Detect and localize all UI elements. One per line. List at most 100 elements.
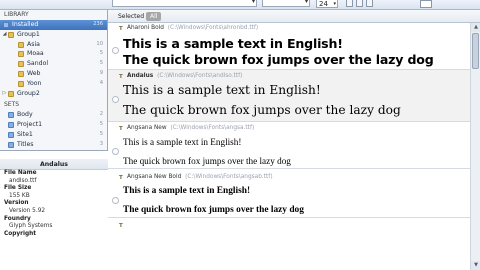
scroll-down-icon[interactable]: ▼ [471,261,480,270]
sample-line-1: This is a sample text in English! [123,83,321,97]
set-icon [8,141,14,148]
vertical-scrollbar[interactable]: ▲ ▼ [470,23,480,270]
sidebar-item-yoon[interactable]: Yoon 4 [0,79,107,89]
prop-key-version: Version [4,200,29,207]
sample-line-1: This is a sample text in English! [123,36,343,51]
sidebar-item-web[interactable]: Web 9 [0,69,107,79]
sample-line-2: The quick brown fox jumps over the lazy … [123,103,401,117]
folder-icon [8,90,14,97]
folder-icon [18,61,24,68]
sidebar-item-sandol[interactable]: Sandol 5 [0,59,107,69]
bold-toggle-icon[interactable] [346,0,353,7]
sidebar-item-count: 5 [99,60,103,67]
filter-all[interactable]: All [146,12,162,21]
select-radio[interactable] [112,96,119,103]
font-file-icon: T [119,223,123,229]
set-item-count: 5 [99,121,103,128]
font-list-pane: Selected All T Aharoni Bold (C:\Windows\… [108,10,480,270]
folder-icon [18,51,24,58]
prop-key-file-name: File Name [4,170,37,176]
folder-icon [18,80,24,87]
prop-value-file-name: andlso.ttf [9,177,37,184]
set-item-project1[interactable]: Project1 5 [0,120,107,130]
font-entry-header: Aharoni Bold (C:\Windows\Fonts\ahronbd.t… [127,25,258,31]
sample-line-2: The quick brown fox jumps over the lazy … [123,52,434,67]
properties-title: Andalus [0,159,108,170]
sidebar-item-count: 5 [99,50,103,57]
sidebar-item-count: 9 [99,69,103,76]
prop-value-foundry: Glyph Systems [9,223,53,230]
top-toolbar: ▾ ▾ 24 ▾ [0,0,480,10]
font-family-combo[interactable]: ▾ [112,0,257,7]
font-entry-partial[interactable]: T [108,218,470,270]
set-item-label: Titles [17,140,34,148]
sample-line-1: This is a sample text in English! [123,137,242,147]
filter-bar: Selected All [108,10,480,23]
search-input[interactable] [420,0,432,8]
folder-icon [18,41,24,48]
font-file-icon: T [119,26,123,32]
filter-selected[interactable]: Selected [114,12,148,21]
font-entry-header: Angsana New Bold (C:\Windows\Fonts\angsa… [127,174,273,180]
set-item-site1[interactable]: Site1 5 [0,130,107,140]
prop-key-copyright: Copyright [4,230,37,237]
font-path: (C:\Windows\Fonts\angsa.ttf) [170,125,255,131]
font-path: (C:\Windows\Fonts\andlso.ttf) [157,73,243,79]
folder-icon [18,70,24,77]
font-name: Aharoni Bold [127,25,164,31]
font-size-value: 24 [319,0,328,8]
prop-value-file-size: 155 KB [9,192,30,199]
font-entry-angsana-new-bold[interactable]: T Angsana New Bold (C:\Windows\Fonts\ang… [108,169,470,218]
font-file-icon: T [119,175,123,181]
italic-toggle-icon[interactable] [356,0,363,7]
set-item-titles[interactable]: Titles 3 [0,140,107,150]
sidebar-item-label: Asia [27,40,40,48]
set-item-label: Body [17,111,33,119]
set-item-count: 5 [99,130,103,137]
set-icon [8,131,14,138]
chevron-down-icon: ▾ [251,0,255,5]
font-name: Angsana New Bold [127,174,182,180]
select-radio[interactable] [112,148,119,155]
font-list: T Aharoni Bold (C:\Windows\Fonts\ahronbd… [108,23,470,270]
font-entry-aharoni-bold[interactable]: T Aharoni Bold (C:\Windows\Fonts\ahronbd… [108,23,470,70]
sidebar-item-label: Web [27,69,41,77]
sidebar-item-label: Yoon [27,79,42,87]
sidebar-item-group1[interactable]: ◢ Group1 [0,30,107,40]
font-entry-andalus[interactable]: T Andalus (C:\Windows\Fonts\andlso.ttf) … [108,70,470,122]
sidebar-item-label: Installed [12,21,39,28]
sets-heading: SETS [4,101,20,109]
set-item-count: 2 [99,111,103,118]
expand-icon[interactable]: ▷ [2,89,7,99]
sample-line-2: The quick brown fox jumps over the lazy … [123,156,291,166]
font-path: (C:\Windows\Fonts\ahronbd.ttf) [167,25,259,31]
chevron-down-icon: ▾ [333,1,336,7]
set-icon [8,122,14,129]
font-file-icon: T [119,74,123,80]
font-library-icon [3,22,9,28]
font-name: Andalus [127,73,154,79]
set-item-count: 3 [99,140,103,147]
scrollbar-thumb[interactable] [472,33,479,69]
sidebar-item-group2[interactable]: ▷ Group2 [0,89,107,99]
sidebar-item-label: Group2 [17,89,40,97]
prop-value-version: Version 5.92 [9,207,46,214]
underline-toggle-icon[interactable] [366,0,373,7]
sidebar-item-moaa[interactable]: Moaa 5 [0,49,107,59]
sidebar-item-asia[interactable]: Asia 10 [0,40,107,50]
scroll-up-icon[interactable]: ▲ [471,23,480,32]
prop-key-file-size: File Size [4,185,32,192]
sidebar-item-label: Sandol [27,60,49,68]
collapse-icon[interactable]: ◢ [2,30,7,40]
sidebar-item-installed[interactable]: Installed 236 [0,20,107,30]
style-combo[interactable]: ▾ [262,0,310,7]
sample-line-2: The quick brown fox jumps over the lazy … [123,205,304,215]
select-radio[interactable] [112,47,119,54]
chevron-down-icon: ▾ [304,0,308,5]
font-size-box[interactable]: 24 ▾ [316,0,338,8]
set-item-label: Site1 [17,130,33,138]
set-item-body[interactable]: Body 2 [0,110,107,120]
select-radio[interactable] [112,197,119,204]
font-entry-angsana-new[interactable]: T Angsana New (C:\Windows\Fonts\angsa.tt… [108,122,470,169]
folder-icon [8,31,14,38]
